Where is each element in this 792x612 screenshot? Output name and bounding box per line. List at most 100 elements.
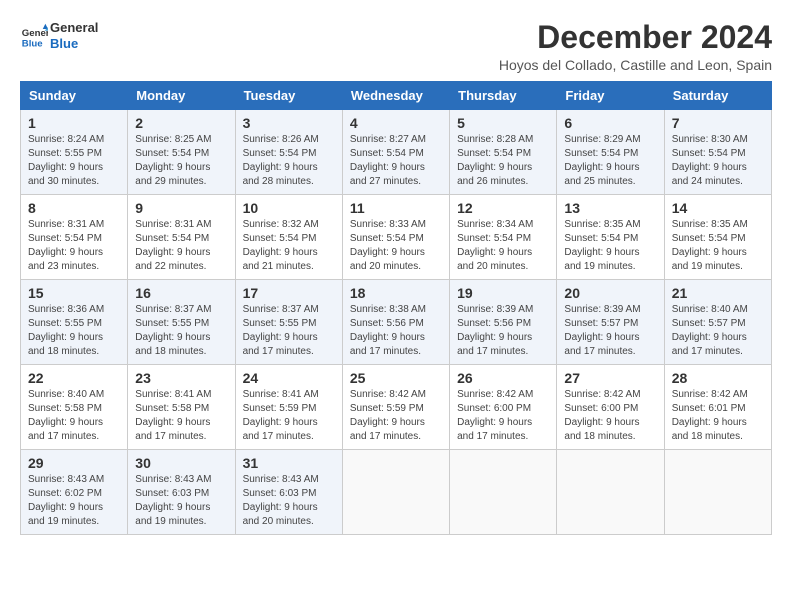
day-number: 12: [457, 200, 549, 216]
day-info: Sunrise: 8:25 AMSunset: 5:54 PMDaylight:…: [135, 134, 211, 187]
logo: General Blue General Blue: [20, 20, 98, 51]
day-info: Sunrise: 8:35 AMSunset: 5:54 PMDaylight:…: [564, 219, 640, 272]
title-area: December 2024 Hoyos del Collado, Castill…: [499, 20, 772, 73]
day-number: 31: [243, 455, 335, 471]
day-info: Sunrise: 8:40 AMSunset: 5:57 PMDaylight:…: [672, 304, 748, 357]
calendar-week-2: 8 Sunrise: 8:31 AMSunset: 5:54 PMDayligh…: [21, 195, 772, 280]
day-number: 7: [672, 115, 764, 131]
calendar-cell: 19 Sunrise: 8:39 AMSunset: 5:56 PMDaylig…: [450, 280, 557, 365]
day-number: 25: [350, 370, 442, 386]
day-info: Sunrise: 8:34 AMSunset: 5:54 PMDaylight:…: [457, 219, 533, 272]
day-number: 23: [135, 370, 227, 386]
day-number: 16: [135, 285, 227, 301]
day-number: 3: [243, 115, 335, 131]
column-header-wednesday: Wednesday: [342, 82, 449, 110]
day-number: 30: [135, 455, 227, 471]
calendar-cell: 22 Sunrise: 8:40 AMSunset: 5:58 PMDaylig…: [21, 365, 128, 450]
column-header-tuesday: Tuesday: [235, 82, 342, 110]
day-info: Sunrise: 8:24 AMSunset: 5:55 PMDaylight:…: [28, 134, 104, 187]
calendar-cell: [450, 450, 557, 535]
calendar-body: 1 Sunrise: 8:24 AMSunset: 5:55 PMDayligh…: [21, 110, 772, 535]
day-info: Sunrise: 8:37 AMSunset: 5:55 PMDaylight:…: [243, 304, 319, 357]
calendar-week-3: 15 Sunrise: 8:36 AMSunset: 5:55 PMDaylig…: [21, 280, 772, 365]
day-number: 24: [243, 370, 335, 386]
calendar-cell: 29 Sunrise: 8:43 AMSunset: 6:02 PMDaylig…: [21, 450, 128, 535]
calendar-cell: [557, 450, 664, 535]
calendar-cell: 3 Sunrise: 8:26 AMSunset: 5:54 PMDayligh…: [235, 110, 342, 195]
calendar-table: SundayMondayTuesdayWednesdayThursdayFrid…: [20, 81, 772, 535]
day-info: Sunrise: 8:35 AMSunset: 5:54 PMDaylight:…: [672, 219, 748, 272]
day-info: Sunrise: 8:43 AMSunset: 6:03 PMDaylight:…: [135, 474, 211, 527]
day-number: 15: [28, 285, 120, 301]
day-info: Sunrise: 8:40 AMSunset: 5:58 PMDaylight:…: [28, 389, 104, 442]
day-number: 17: [243, 285, 335, 301]
calendar-cell: 13 Sunrise: 8:35 AMSunset: 5:54 PMDaylig…: [557, 195, 664, 280]
day-info: Sunrise: 8:41 AMSunset: 5:58 PMDaylight:…: [135, 389, 211, 442]
day-number: 26: [457, 370, 549, 386]
calendar-cell: 10 Sunrise: 8:32 AMSunset: 5:54 PMDaylig…: [235, 195, 342, 280]
calendar-cell: 18 Sunrise: 8:38 AMSunset: 5:56 PMDaylig…: [342, 280, 449, 365]
calendar-cell: 8 Sunrise: 8:31 AMSunset: 5:54 PMDayligh…: [21, 195, 128, 280]
day-number: 14: [672, 200, 764, 216]
day-number: 28: [672, 370, 764, 386]
column-header-thursday: Thursday: [450, 82, 557, 110]
day-number: 29: [28, 455, 120, 471]
day-number: 19: [457, 285, 549, 301]
day-info: Sunrise: 8:28 AMSunset: 5:54 PMDaylight:…: [457, 134, 533, 187]
calendar-cell: 31 Sunrise: 8:43 AMSunset: 6:03 PMDaylig…: [235, 450, 342, 535]
calendar-week-1: 1 Sunrise: 8:24 AMSunset: 5:55 PMDayligh…: [21, 110, 772, 195]
day-info: Sunrise: 8:26 AMSunset: 5:54 PMDaylight:…: [243, 134, 319, 187]
day-info: Sunrise: 8:42 AMSunset: 6:00 PMDaylight:…: [564, 389, 640, 442]
day-number: 21: [672, 285, 764, 301]
calendar-cell: 27 Sunrise: 8:42 AMSunset: 6:00 PMDaylig…: [557, 365, 664, 450]
day-number: 10: [243, 200, 335, 216]
day-info: Sunrise: 8:41 AMSunset: 5:59 PMDaylight:…: [243, 389, 319, 442]
column-header-saturday: Saturday: [664, 82, 771, 110]
calendar-cell: 7 Sunrise: 8:30 AMSunset: 5:54 PMDayligh…: [664, 110, 771, 195]
page-title: December 2024: [499, 20, 772, 55]
day-number: 27: [564, 370, 656, 386]
calendar-cell: 26 Sunrise: 8:42 AMSunset: 6:00 PMDaylig…: [450, 365, 557, 450]
calendar-cell: 5 Sunrise: 8:28 AMSunset: 5:54 PMDayligh…: [450, 110, 557, 195]
calendar-cell: 16 Sunrise: 8:37 AMSunset: 5:55 PMDaylig…: [128, 280, 235, 365]
calendar-cell: 9 Sunrise: 8:31 AMSunset: 5:54 PMDayligh…: [128, 195, 235, 280]
calendar-cell: [664, 450, 771, 535]
day-info: Sunrise: 8:31 AMSunset: 5:54 PMDaylight:…: [28, 219, 104, 272]
day-number: 11: [350, 200, 442, 216]
day-number: 4: [350, 115, 442, 131]
calendar-cell: 6 Sunrise: 8:29 AMSunset: 5:54 PMDayligh…: [557, 110, 664, 195]
column-header-sunday: Sunday: [21, 82, 128, 110]
calendar-cell: 23 Sunrise: 8:41 AMSunset: 5:58 PMDaylig…: [128, 365, 235, 450]
calendar-cell: 21 Sunrise: 8:40 AMSunset: 5:57 PMDaylig…: [664, 280, 771, 365]
svg-text:Blue: Blue: [22, 38, 43, 49]
calendar-cell: 17 Sunrise: 8:37 AMSunset: 5:55 PMDaylig…: [235, 280, 342, 365]
day-number: 9: [135, 200, 227, 216]
day-info: Sunrise: 8:42 AMSunset: 6:00 PMDaylight:…: [457, 389, 533, 442]
calendar-cell: 25 Sunrise: 8:42 AMSunset: 5:59 PMDaylig…: [342, 365, 449, 450]
day-number: 1: [28, 115, 120, 131]
svg-text:General: General: [22, 28, 48, 39]
day-info: Sunrise: 8:33 AMSunset: 5:54 PMDaylight:…: [350, 219, 426, 272]
column-header-friday: Friday: [557, 82, 664, 110]
day-number: 6: [564, 115, 656, 131]
day-info: Sunrise: 8:29 AMSunset: 5:54 PMDaylight:…: [564, 134, 640, 187]
calendar-cell: 14 Sunrise: 8:35 AMSunset: 5:54 PMDaylig…: [664, 195, 771, 280]
calendar-week-5: 29 Sunrise: 8:43 AMSunset: 6:02 PMDaylig…: [21, 450, 772, 535]
calendar-cell: 24 Sunrise: 8:41 AMSunset: 5:59 PMDaylig…: [235, 365, 342, 450]
day-info: Sunrise: 8:31 AMSunset: 5:54 PMDaylight:…: [135, 219, 211, 272]
day-info: Sunrise: 8:42 AMSunset: 6:01 PMDaylight:…: [672, 389, 748, 442]
day-info: Sunrise: 8:32 AMSunset: 5:54 PMDaylight:…: [243, 219, 319, 272]
calendar-cell: 2 Sunrise: 8:25 AMSunset: 5:54 PMDayligh…: [128, 110, 235, 195]
day-number: 20: [564, 285, 656, 301]
calendar-cell: 20 Sunrise: 8:39 AMSunset: 5:57 PMDaylig…: [557, 280, 664, 365]
page-subtitle: Hoyos del Collado, Castille and Leon, Sp…: [499, 57, 772, 73]
calendar-cell: 12 Sunrise: 8:34 AMSunset: 5:54 PMDaylig…: [450, 195, 557, 280]
logo-icon: General Blue: [20, 22, 48, 50]
calendar-cell: 11 Sunrise: 8:33 AMSunset: 5:54 PMDaylig…: [342, 195, 449, 280]
calendar-cell: 1 Sunrise: 8:24 AMSunset: 5:55 PMDayligh…: [21, 110, 128, 195]
day-info: Sunrise: 8:36 AMSunset: 5:55 PMDaylight:…: [28, 304, 104, 357]
logo-text-general: General: [50, 20, 98, 36]
day-info: Sunrise: 8:38 AMSunset: 5:56 PMDaylight:…: [350, 304, 426, 357]
day-info: Sunrise: 8:43 AMSunset: 6:02 PMDaylight:…: [28, 474, 104, 527]
day-info: Sunrise: 8:42 AMSunset: 5:59 PMDaylight:…: [350, 389, 426, 442]
